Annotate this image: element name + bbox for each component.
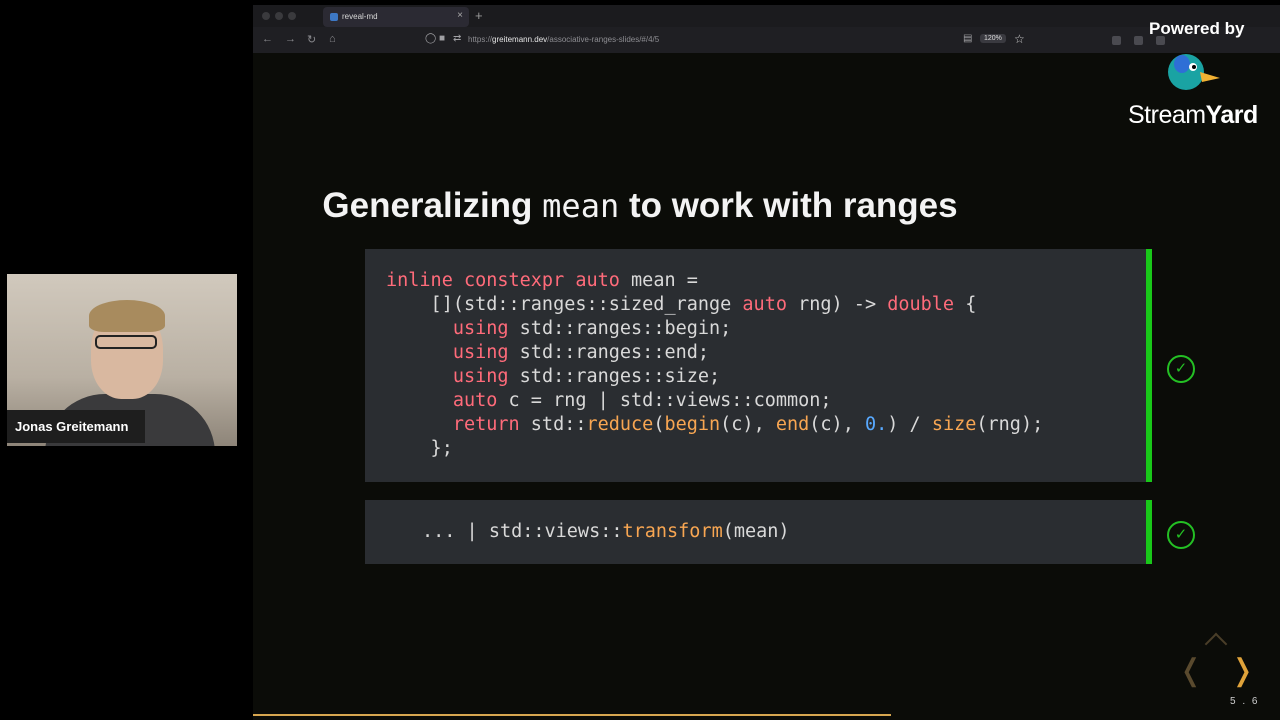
slide-number: 5 . 6 [1230,696,1260,707]
back-icon[interactable]: ← [262,33,273,45]
powered-by-label: Powered by [1149,19,1245,38]
url-bar[interactable]: https://greitemann.dev/associative-range… [468,35,659,44]
tab-title: reveal-md [342,12,378,21]
lock-icon[interactable]: ■ [439,33,445,44]
tab-favicon-icon [330,13,338,21]
reader-view-icon[interactable]: ▤ [963,33,972,44]
code-highlight-bar [1146,500,1152,564]
streamyard-logo: StreamYard [1128,101,1258,129]
code-highlight-bar [1146,249,1152,482]
window-minimize-dot[interactable] [275,12,283,20]
home-icon[interactable]: ⌂ [329,33,336,45]
nav-right-icon[interactable]: ❭ [1230,653,1255,688]
tab-bar: reveal-md × + [253,5,1280,27]
download-icon[interactable] [1134,36,1143,45]
new-tab-button[interactable]: + [475,8,483,23]
nav-left-icon[interactable]: ❬ [1178,653,1203,688]
nav-bar: ← → ↻ ⌂ ◯ ■ ⇄ https://greitemann.dev/ass… [253,27,1280,53]
check-icon: ✓ [1167,355,1195,383]
code-block-mean: inline constexpr auto mean = [](std::ran… [365,249,1152,482]
close-tab-icon[interactable]: × [457,10,463,21]
pocket-icon[interactable] [1112,36,1121,45]
code-mean-definition: inline constexpr auto mean = [](std::ran… [386,270,1044,459]
window-close-dot[interactable] [262,12,270,20]
slide-progress-bar [253,714,891,716]
speaker-glasses [95,335,157,349]
permissions-icon[interactable]: ⇄ [453,33,461,44]
speaker-name-label: Jonas Greitemann [7,410,145,443]
check-icon: ✓ [1167,521,1195,549]
shield-icon[interactable]: ◯ [425,33,436,44]
forward-icon[interactable]: → [285,33,296,45]
speaker-hair [89,300,165,332]
reload-icon[interactable]: ↻ [307,33,316,46]
streamyard-duck-logo-icon [1168,54,1220,90]
bookmark-star-icon[interactable]: ☆ [1014,32,1025,46]
window-zoom-dot[interactable] [288,12,296,20]
tab-reveal-md[interactable]: reveal-md × [323,7,469,27]
code-block-transform: ... | std::views::transform(mean) [365,500,1152,564]
slide-title: Generalizing mean to work with ranges [322,186,958,225]
zoom-indicator[interactable]: 120% [980,34,1006,43]
code-transform-pipeline: ... | std::views::transform(mean) [422,521,790,542]
